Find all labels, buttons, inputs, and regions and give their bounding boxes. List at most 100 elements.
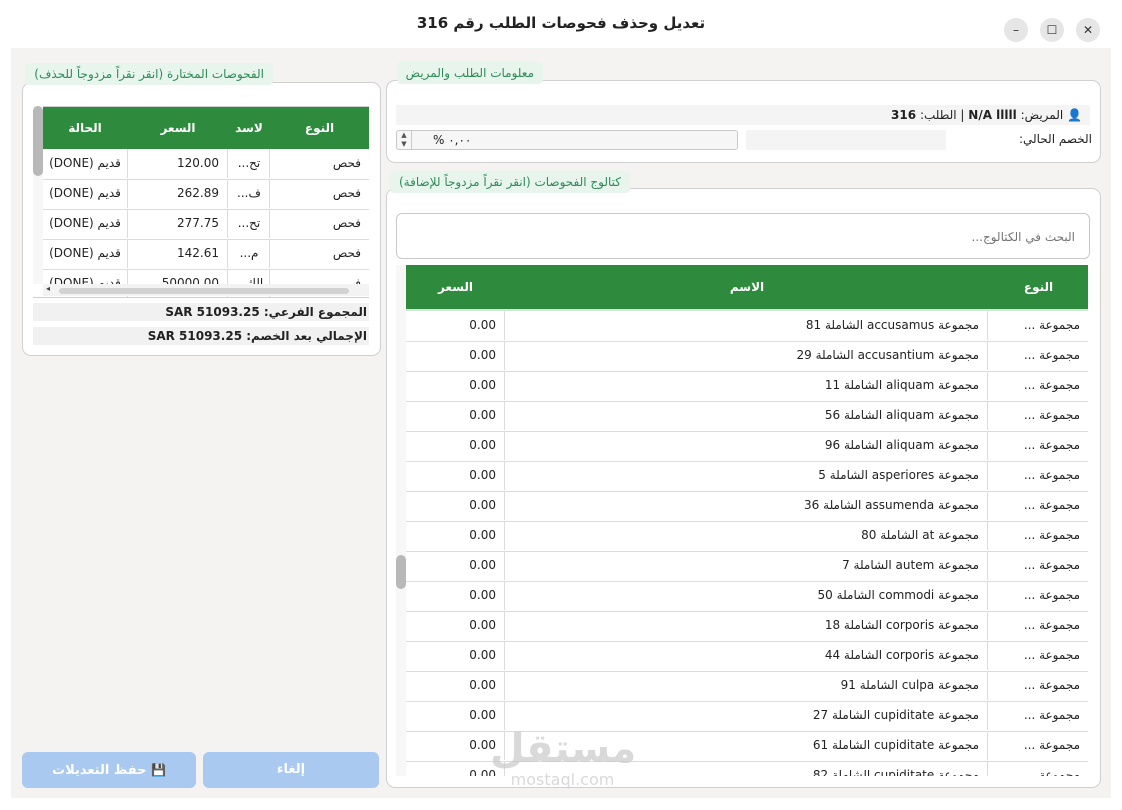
catalog-search-box[interactable] — [396, 213, 1090, 259]
catalog-cell-type: مجموعة ... — [1023, 408, 1080, 422]
catalog-cell-name: مجموعة commodi الشاملة 50 — [506, 581, 988, 610]
cancel-button[interactable]: إلغاء — [203, 752, 379, 788]
discount-label: الخصم الحالي: — [1018, 132, 1092, 146]
patient-order-line: 👤 المريض: N/A lllll | الطلب: 316 — [396, 105, 1090, 125]
selected-row[interactable]: قديم (DONE) 262.89 ف... فحص — [43, 179, 369, 210]
selected-cell-status: قديم (DONE) — [43, 149, 128, 178]
catalog-scrollbar[interactable] — [396, 265, 406, 776]
maximize-button[interactable]: ☐ — [1040, 18, 1064, 42]
selected-cell-price: 262.89 — [128, 179, 228, 208]
subtotal-line: المجموع الفرعي: SAR 51093.25 — [33, 303, 369, 321]
catalog-row[interactable]: 0.00 مجموعة aliquam الشاملة 11 مجموعة ... — [406, 371, 1088, 402]
catalog-cell-name: مجموعة assumenda الشاملة 36 — [506, 491, 988, 520]
catalog-row[interactable]: 0.00 مجموعة accusantium الشاملة 29 مجموعة … — [406, 341, 1088, 372]
selected-cell-type: فحص — [332, 216, 361, 230]
catalog-cell-price: 0.00 — [406, 371, 505, 400]
catalog-cell-name: مجموعة aliquam الشاملة 11 — [506, 371, 988, 400]
selected-table-header: الحالة السعر لاسد النوع — [43, 107, 369, 149]
selected-cell-name: تح... — [229, 149, 270, 178]
order-info-group-label: معلومات الطلب والمريض — [396, 62, 543, 84]
catalog-cell-type: مجموعة ... — [1023, 378, 1080, 392]
title-bar: تعديل وحذف فحوصات الطلب رقم 316 – ☐ ✕ — [0, 0, 1122, 48]
watermark-arabic: مستقل — [490, 726, 637, 772]
selected-col-status[interactable]: الحالة — [43, 107, 127, 149]
floppy-disk-icon: 💾 — [151, 763, 166, 777]
catalog-cell-type: مجموعة ... — [1023, 738, 1080, 752]
selected-row[interactable]: قديم (DONE) 277.75 تح... فحص — [43, 209, 369, 240]
catalog-cell-name: مجموعة corporis الشاملة 18 — [506, 611, 988, 640]
selected-hscrollbar[interactable]: ◂ — [43, 284, 369, 296]
catalog-cell-price: 0.00 — [406, 431, 505, 460]
catalog-cell-price: 0.00 — [406, 401, 505, 430]
catalog-cell-price: 0.00 — [406, 311, 505, 340]
patient-label: المريض: — [1020, 108, 1064, 122]
catalog-row[interactable]: 0.00 مجموعة aliquam الشاملة 56 مجموعة ... — [406, 401, 1088, 432]
catalog-cell-type: مجموعة ... — [1023, 498, 1080, 512]
close-button[interactable]: ✕ — [1076, 18, 1100, 42]
selected-cell-name: تح... — [229, 209, 270, 238]
total-line: الإجمالي بعد الخصم: SAR 51093.25 — [33, 327, 369, 345]
catalog-cell-price: 0.00 — [406, 581, 505, 610]
catalog-col-price[interactable]: السعر — [406, 265, 505, 309]
catalog-search-input[interactable] — [423, 226, 1077, 248]
catalog-scroll-thumb[interactable] — [396, 555, 406, 589]
selected-cell-status: قديم (DONE) — [43, 239, 128, 268]
catalog-row[interactable]: 0.00 مجموعة accusamus الشاملة 81 مجموعة ..… — [406, 311, 1088, 342]
selected-cell-price: 120.00 — [128, 149, 228, 178]
catalog-cell-type: مجموعة ... — [1023, 768, 1080, 776]
catalog-cell-type: مجموعة ... — [1023, 678, 1080, 692]
selected-scroll-thumb[interactable] — [33, 106, 43, 176]
selected-tests-group-label: الفحوصات المختارة (انقر نقراً مزدوجاً لل… — [25, 63, 273, 85]
watermark-latin: mostaql.com — [510, 770, 615, 789]
catalog-table: السعر الاسم النوع 0.00 مجموعة accusamus ا… — [396, 265, 1090, 776]
selected-scrollbar[interactable] — [33, 106, 43, 284]
catalog-table-header: السعر الاسم النوع — [406, 265, 1088, 311]
catalog-cell-type: مجموعة ... — [1023, 558, 1080, 572]
save-changes-button[interactable]: 💾 حفظ التعديلات — [22, 752, 196, 788]
catalog-row[interactable]: 0.00 مجموعة autem الشاملة 7 مجموعة ... — [406, 551, 1088, 582]
selected-col-price[interactable]: السعر — [128, 107, 228, 149]
catalog-cell-type: مجموعة ... — [1023, 468, 1080, 482]
catalog-cell-name: مجموعة corporis الشاملة 44 — [506, 641, 988, 670]
catalog-cell-name: مجموعة at الشاملة 80 — [506, 521, 988, 550]
discount-spinbox[interactable]: ▲ ▼ % ٠,٠٠ — [396, 130, 738, 150]
catalog-cell-type: مجموعة ... — [1023, 528, 1080, 542]
catalog-col-name[interactable]: الاسم — [506, 265, 988, 309]
catalog-cell-price: 0.00 — [406, 461, 505, 490]
catalog-cell-price: 0.00 — [406, 671, 505, 700]
catalog-cell-name: مجموعة aliquam الشاملة 96 — [506, 431, 988, 460]
selected-row[interactable]: قديم (DONE) 142.61 م... فحص — [43, 239, 369, 270]
catalog-cell-type: مجموعة ... — [1023, 348, 1080, 362]
catalog-row[interactable]: 0.00 مجموعة asperiores الشاملة 5 مجموعة ..… — [406, 461, 1088, 492]
patient-value: N/A lllll — [968, 108, 1017, 122]
catalog-row[interactable]: 0.00 مجموعة at الشاملة 80 مجموعة ... — [406, 521, 1088, 552]
selected-cell-type: فحص — [332, 186, 361, 200]
spin-arrows-icon[interactable]: ▲ ▼ — [397, 131, 412, 149]
catalog-col-type[interactable]: النوع — [989, 265, 1088, 309]
discount-value: % ٠,٠٠ — [433, 133, 472, 147]
catalog-row[interactable]: 0.00 مجموعة aliquam الشاملة 96 مجموعة ... — [406, 431, 1088, 462]
order-value: 316 — [891, 108, 917, 122]
selected-hscroll-thumb[interactable] — [59, 288, 349, 294]
catalog-row[interactable]: 0.00 مجموعة assumenda الشاملة 36 مجموعة ..… — [406, 491, 1088, 522]
catalog-cell-name: مجموعة asperiores الشاملة 5 — [506, 461, 988, 490]
person-icon: 👤 — [1067, 108, 1082, 122]
scroll-left-icon[interactable]: ◂ — [46, 284, 50, 293]
window-title: تعديل وحذف فحوصات الطلب رقم 316 — [416, 14, 706, 32]
catalog-row[interactable]: 0.00 مجموعة commodi الشاملة 50 مجموعة ... — [406, 581, 1088, 612]
catalog-cell-type: مجموعة ... — [1023, 588, 1080, 602]
minimize-button[interactable]: – — [1004, 18, 1028, 42]
catalog-cell-price: 0.00 — [406, 491, 505, 520]
catalog-row[interactable]: 0.00 مجموعة culpa الشاملة 91 مجموعة ... — [406, 671, 1088, 702]
catalog-group-label: كتالوج الفحوصات (انقر نقراً مزدوجاً للإض… — [390, 171, 630, 193]
selected-cell-price: 277.75 — [128, 209, 228, 238]
catalog-row[interactable]: 0.00 مجموعة corporis الشاملة 18 مجموعة ... — [406, 611, 1088, 642]
catalog-cell-type: مجموعة ... — [1023, 618, 1080, 632]
selected-row[interactable]: قديم (DONE) 120.00 تح... فحص — [43, 149, 369, 180]
selected-col-type[interactable]: النوع — [270, 107, 369, 149]
catalog-cell-price: 0.00 — [406, 611, 505, 640]
selected-col-name[interactable]: لاسد — [229, 107, 269, 149]
subtotal-value: SAR 51093.25 — [165, 305, 260, 319]
catalog-row[interactable]: 0.00 مجموعة corporis الشاملة 44 مجموعة ... — [406, 641, 1088, 672]
catalog-cell-name: مجموعة autem الشاملة 7 — [506, 551, 988, 580]
